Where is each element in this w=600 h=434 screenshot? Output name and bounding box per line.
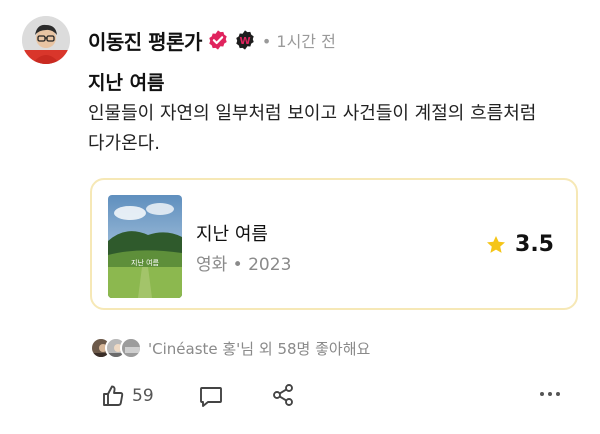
verified-check-icon bbox=[207, 29, 229, 51]
share-icon bbox=[273, 384, 293, 406]
dot bbox=[556, 392, 560, 396]
like-button[interactable]: 59 bbox=[100, 382, 154, 410]
dot bbox=[548, 392, 552, 396]
likes-text: 'Cinéaste 홍'님 외 58명 좋아해요 bbox=[148, 339, 371, 358]
movie-poster: 지난 여름 bbox=[108, 195, 182, 298]
w-badge-icon: W bbox=[234, 29, 256, 51]
more-options-icon[interactable] bbox=[540, 392, 560, 396]
movie-card[interactable]: 지난 여름 지난 여름 영화 • 2023 3.5 bbox=[90, 178, 578, 310]
post-title: 지난 여름 bbox=[88, 72, 165, 94]
likes-summary[interactable]: 'Cinéaste 홍'님 외 58명 좋아해요 bbox=[90, 336, 370, 360]
movie-category-year: 영화 • 2023 bbox=[196, 255, 292, 275]
post-body: 인물들이 자연의 일부처럼 보이고 사건들이 계절의 흐름처럼 다가온다. bbox=[88, 103, 537, 154]
post-time: • 1시간 전 bbox=[261, 32, 336, 51]
share-button[interactable] bbox=[270, 382, 296, 408]
like-count: 59 bbox=[132, 386, 154, 406]
liker-avatar bbox=[120, 337, 142, 359]
rating-value: 3.5 bbox=[515, 232, 554, 257]
movie-title: 지난 여름 bbox=[196, 224, 268, 245]
movie-rating: 3.5 bbox=[485, 232, 554, 257]
author-name[interactable]: 이동진 평론가 bbox=[88, 26, 202, 55]
comment-button[interactable] bbox=[198, 383, 224, 409]
post-header: 이동진 평론가 W • 1시간 전 bbox=[88, 24, 336, 56]
avatar-image bbox=[22, 16, 70, 64]
thumbs-up-icon bbox=[100, 383, 126, 409]
dot bbox=[540, 392, 544, 396]
author-avatar[interactable] bbox=[22, 16, 70, 64]
svg-text:W: W bbox=[239, 36, 250, 47]
star-icon bbox=[487, 235, 505, 253]
poster-title: 지난 여름 bbox=[131, 258, 160, 267]
comment-icon bbox=[200, 387, 222, 407]
